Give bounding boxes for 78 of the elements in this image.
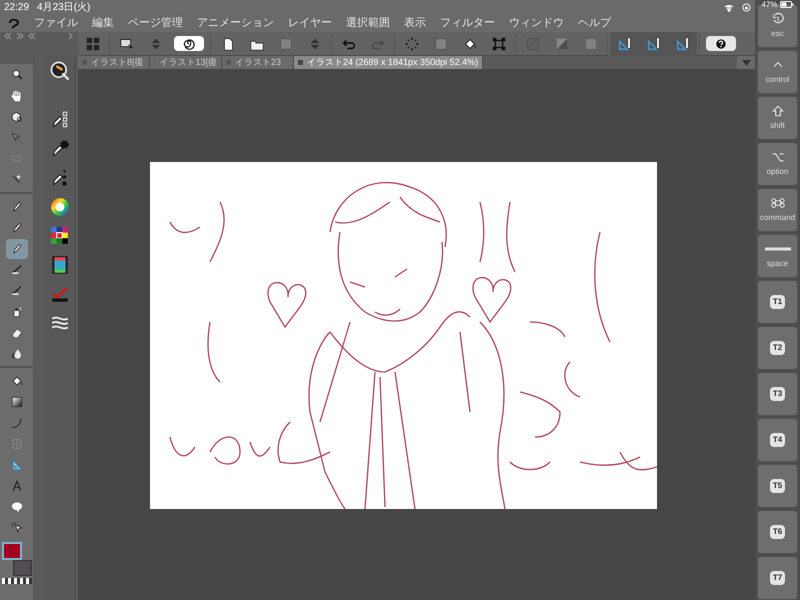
shortcut-key[interactable]: T4 xyxy=(757,418,798,462)
menu-item[interactable]: 選択範囲 xyxy=(346,15,390,32)
key-label: T1 xyxy=(770,295,786,309)
brush-icon[interactable] xyxy=(10,262,24,276)
grid-icon[interactable] xyxy=(84,36,100,52)
cube-icon[interactable] xyxy=(10,110,24,124)
shortcut-key[interactable]: T6 xyxy=(757,510,798,554)
key-label: command xyxy=(760,212,796,224)
sub-color-swatch[interactable] xyxy=(12,560,32,576)
curve-line-icon[interactable] xyxy=(10,416,24,430)
menu-item[interactable]: レイヤー xyxy=(288,15,332,32)
document-tab[interactable]: イラスト24 (2689 x 1841px 350dpi 52.4%) xyxy=(294,56,484,69)
key-label: T3 xyxy=(770,387,786,401)
status-time: 22:29 xyxy=(4,1,30,15)
speech-bubble-icon[interactable] xyxy=(10,500,24,514)
letter-a-icon[interactable] xyxy=(10,478,24,492)
key-label: space xyxy=(766,258,788,270)
spiral-button[interactable] xyxy=(182,36,196,50)
menu-item[interactable]: ページ管理 xyxy=(128,15,183,32)
color-wheel-icon[interactable] xyxy=(50,197,70,217)
key-button[interactable]: option xyxy=(757,142,798,186)
wifi-icon xyxy=(724,4,734,12)
document-tab[interactable]: イラスト23 xyxy=(222,56,294,69)
key-button[interactable]: control xyxy=(757,50,798,94)
undo-circle-arrow-icon xyxy=(770,12,784,26)
help-button[interactable] xyxy=(714,36,728,50)
menu-item[interactable]: 表示 xyxy=(404,15,426,32)
pen-with-squares-icon[interactable] xyxy=(50,110,70,130)
pen-with-gear-icon[interactable] xyxy=(50,139,70,159)
menu-item[interactable]: フィルター xyxy=(440,15,495,32)
key-label: T4 xyxy=(770,433,786,447)
key-button[interactable]: shift xyxy=(757,96,798,140)
menu-item[interactable]: ファイル xyxy=(34,15,78,32)
triangle-ruler-icon[interactable] xyxy=(10,458,24,472)
menu-item[interactable]: ウィンドウ xyxy=(509,15,564,32)
shortcut-key[interactable]: T5 xyxy=(757,464,798,508)
toggle-button[interactable] xyxy=(668,32,697,56)
main-color-swatch[interactable] xyxy=(2,542,22,560)
shortcut-key[interactable]: T3 xyxy=(757,372,798,416)
document-tab[interactable]: イラスト13[復 xyxy=(150,56,222,69)
toggle-button[interactable] xyxy=(610,32,639,56)
gradient-square-icon[interactable] xyxy=(10,394,24,408)
command-key-icon xyxy=(770,196,784,210)
shift-arrow-icon xyxy=(770,104,784,118)
app-logo-icon[interactable] xyxy=(8,18,20,28)
rotation-lock-icon xyxy=(742,3,751,12)
film-strip-icon[interactable] xyxy=(50,255,70,275)
dots-circle-icon[interactable] xyxy=(404,36,420,52)
pointer-cursor-icon[interactable] xyxy=(10,520,24,534)
shortcut-key[interactable]: T7 xyxy=(757,556,798,600)
key-label: T5 xyxy=(770,479,786,493)
shortcut-key[interactable]: T2 xyxy=(757,326,798,370)
hand-icon[interactable] xyxy=(10,88,24,102)
color-grid-icon[interactable] xyxy=(50,226,70,246)
battery-icon xyxy=(780,1,794,8)
key-button[interactable]: command xyxy=(757,188,798,232)
menu-item[interactable]: 編集 xyxy=(92,15,114,32)
key-label: esc xyxy=(771,28,784,40)
menu-item[interactable]: アニメーション xyxy=(197,15,274,32)
transform-icon[interactable] xyxy=(490,36,506,52)
document-tab[interactable]: イラスト8[復 xyxy=(78,56,150,69)
dotted-arrow-icon[interactable] xyxy=(10,130,24,144)
status-date: 4月23日(火) xyxy=(37,0,90,15)
key-label: control xyxy=(765,74,790,86)
pen-with-dots-icon[interactable] xyxy=(50,168,70,188)
key-label: option xyxy=(766,166,788,178)
magnifier-icon[interactable] xyxy=(48,60,70,82)
key-label: T2 xyxy=(770,341,786,355)
shortcut-key[interactable]: T1 xyxy=(757,280,798,324)
transparent-color-swatch[interactable] xyxy=(2,578,32,584)
selected-tool[interactable] xyxy=(6,238,28,258)
menu-item[interactable]: ヘルプ xyxy=(578,15,611,32)
key-label: T6 xyxy=(770,525,786,539)
brush-icon[interactable] xyxy=(10,284,24,298)
key-label: shift xyxy=(770,120,785,132)
droplet-icon[interactable] xyxy=(10,346,24,360)
key-label: T7 xyxy=(770,571,786,585)
key-button[interactable]: space xyxy=(757,234,798,278)
